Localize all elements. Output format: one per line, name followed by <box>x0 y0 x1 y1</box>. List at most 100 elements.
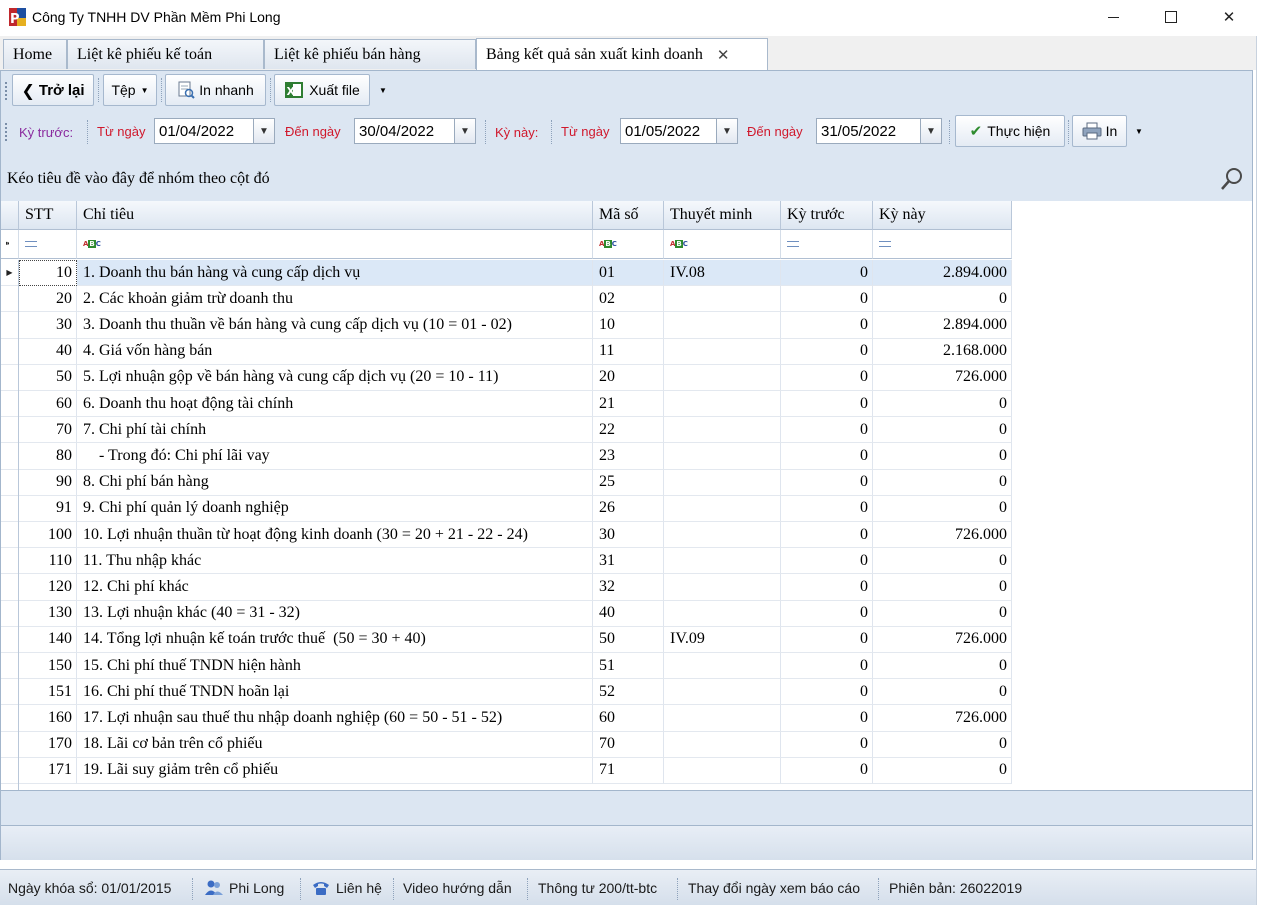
cell-stt[interactable]: 160 <box>19 705 77 732</box>
cell-name[interactable]: 3. Doanh thu thuần về bán hàng và cung c… <box>77 312 593 339</box>
cell-cur[interactable]: 0 <box>873 286 1012 313</box>
table-row[interactable]: 150 15. Chi phí thuế TNDN hiện hành 51 0 0 <box>1 653 1013 680</box>
table-row[interactable]: 80 - Trong đó: Chi phí lãi vay 23 0 0 <box>1 443 1013 470</box>
cell-note[interactable] <box>664 522 781 549</box>
cell-stt[interactable]: 120 <box>19 574 77 601</box>
cell-prev[interactable]: 0 <box>781 364 873 391</box>
group-by-panel[interactable]: Kéo tiêu đề vào đây để nhóm theo cột đó <box>1 158 1252 201</box>
table-row[interactable]: 120 12. Chi phí khác 32 0 0 <box>1 574 1013 601</box>
cell-stt[interactable]: 170 <box>19 731 77 758</box>
table-row[interactable]: ▶ 10 1. Doanh thu bán hàng và cung cấp dịc… <box>1 260 1013 287</box>
cell-stt[interactable]: 140 <box>19 626 77 653</box>
file-menu-button[interactable]: Tệp ▼ <box>103 74 157 106</box>
change-report-date-link[interactable]: Thay đổi ngày xem báo cáo <box>688 870 860 906</box>
cell-name[interactable]: - Trong đó: Chi phí lãi vay <box>77 443 593 470</box>
cell-prev[interactable]: 0 <box>781 548 873 575</box>
cell-prev[interactable]: 0 <box>781 286 873 313</box>
cell-note[interactable] <box>664 679 781 706</box>
filter-ky-truoc[interactable] <box>781 230 873 259</box>
cell-cur[interactable]: 0 <box>873 757 1012 784</box>
cell-name[interactable]: 1. Doanh thu bán hàng và cung cấp dịch v… <box>77 260 593 287</box>
cell-name[interactable]: 11. Thu nhập khác <box>77 548 593 575</box>
cell-name[interactable]: 7. Chi phí tài chính <box>77 417 593 444</box>
cell-code[interactable]: 32 <box>593 574 664 601</box>
cell-cur[interactable]: 0 <box>873 548 1012 575</box>
print-quick-button[interactable]: In nhanh <box>165 74 266 106</box>
cell-note[interactable] <box>664 495 781 522</box>
cell-note[interactable] <box>664 286 781 313</box>
cell-stt[interactable]: 171 <box>19 757 77 784</box>
column-header-ky-nay[interactable]: Kỳ này <box>873 201 1012 230</box>
cell-note[interactable]: IV.09 <box>664 626 781 653</box>
cell-stt[interactable]: 10 <box>19 260 77 287</box>
cell-prev[interactable]: 0 <box>781 679 873 706</box>
cell-code[interactable]: 31 <box>593 548 664 575</box>
cell-cur[interactable]: 0 <box>873 731 1012 758</box>
table-row[interactable]: 160 17. Lợi nhuận sau thuế thu nhập doanh… <box>1 705 1013 732</box>
cell-code[interactable]: 26 <box>593 495 664 522</box>
contact-item[interactable]: Liên hệ <box>311 870 382 906</box>
cell-code[interactable]: 02 <box>593 286 664 313</box>
filter-thuyet-minh[interactable]: ABC <box>664 230 781 259</box>
cell-note[interactable] <box>664 443 781 470</box>
cell-cur[interactable]: 0 <box>873 679 1012 706</box>
cell-name[interactable]: 5. Lợi nhuận gộp về bán hàng và cung cấp… <box>77 364 593 391</box>
cell-stt[interactable]: 130 <box>19 600 77 627</box>
cell-cur[interactable]: 0 <box>873 469 1012 496</box>
cell-prev[interactable]: 0 <box>781 731 873 758</box>
maximize-button[interactable] <box>1146 0 1196 34</box>
cell-note[interactable] <box>664 757 781 784</box>
cell-note[interactable] <box>664 653 781 680</box>
chevron-down-icon[interactable]: ▼ <box>920 119 941 143</box>
cell-code[interactable]: 25 <box>593 469 664 496</box>
cell-stt[interactable]: 151 <box>19 679 77 706</box>
cell-code[interactable]: 40 <box>593 600 664 627</box>
cell-prev[interactable]: 0 <box>781 626 873 653</box>
prev-to-date-field[interactable]: 30/04/2022 ▼ <box>354 118 476 144</box>
tab-close-icon[interactable]: ✕ <box>717 46 730 64</box>
cell-cur[interactable]: 2.894.000 <box>873 260 1012 287</box>
cell-cur[interactable]: 2.168.000 <box>873 338 1012 365</box>
cell-note[interactable] <box>664 574 781 601</box>
cell-note[interactable] <box>664 469 781 496</box>
cur-from-date-field[interactable]: 01/05/2022 ▼ <box>620 118 738 144</box>
cell-stt[interactable]: 90 <box>19 469 77 496</box>
cell-prev[interactable]: 0 <box>781 443 873 470</box>
column-header-chi-tieu[interactable]: Chỉ tiêu <box>77 201 593 230</box>
cell-name[interactable]: 10. Lợi nhuận thuần từ hoạt động kinh do… <box>77 522 593 549</box>
cell-stt[interactable]: 150 <box>19 653 77 680</box>
video-guide-link[interactable]: Video hướng dẫn <box>403 870 512 906</box>
cell-name[interactable]: 2. Các khoản giảm trừ doanh thu <box>77 286 593 313</box>
cell-code[interactable]: 60 <box>593 705 664 732</box>
cell-code[interactable]: 01 <box>593 260 664 287</box>
chevron-down-icon[interactable]: ▼ <box>454 119 475 143</box>
cell-name[interactable]: 17. Lợi nhuận sau thuế thu nhập doanh ng… <box>77 705 593 732</box>
minimize-button[interactable] <box>1088 0 1138 34</box>
back-button[interactable]: ❮ Trở lại <box>12 74 94 106</box>
cell-note[interactable] <box>664 600 781 627</box>
table-row[interactable]: 130 13. Lợi nhuận khác (40 = 31 - 32) 40 0 0 <box>1 600 1013 627</box>
filter-chi-tieu[interactable]: ABC <box>77 230 593 259</box>
cell-cur[interactable]: 0 <box>873 495 1012 522</box>
cell-stt[interactable]: 40 <box>19 338 77 365</box>
cell-note[interactable] <box>664 312 781 339</box>
cell-code[interactable]: 52 <box>593 679 664 706</box>
cell-name[interactable]: 12. Chi phí khác <box>77 574 593 601</box>
cell-stt[interactable]: 91 <box>19 495 77 522</box>
cell-code[interactable]: 71 <box>593 757 664 784</box>
table-row[interactable]: 90 8. Chi phí bán hàng 25 0 0 <box>1 469 1013 496</box>
cell-name[interactable]: 8. Chi phí bán hàng <box>77 469 593 496</box>
cell-name[interactable]: 4. Giá vốn hàng bán <box>77 338 593 365</box>
table-row[interactable]: 100 10. Lợi nhuận thuần từ hoạt động kinh… <box>1 522 1013 549</box>
cell-prev[interactable]: 0 <box>781 469 873 496</box>
cell-prev[interactable]: 0 <box>781 338 873 365</box>
cell-note[interactable] <box>664 548 781 575</box>
cell-name[interactable]: 14. Tổng lợi nhuận kế toán trước thuế (5… <box>77 626 593 653</box>
cell-code[interactable]: 21 <box>593 391 664 418</box>
cell-prev[interactable]: 0 <box>781 260 873 287</box>
cell-stt[interactable]: 110 <box>19 548 77 575</box>
cell-name[interactable]: 16. Chi phí thuế TNDN hoãn lại <box>77 679 593 706</box>
cell-name[interactable]: 9. Chi phí quản lý doanh nghiệp <box>77 495 593 522</box>
cell-name[interactable]: 18. Lãi cơ bản trên cổ phiếu <box>77 731 593 758</box>
tab-bang-ket-qua[interactable]: Bảng kết quả sản xuất kinh doanh ✕ <box>476 38 768 70</box>
